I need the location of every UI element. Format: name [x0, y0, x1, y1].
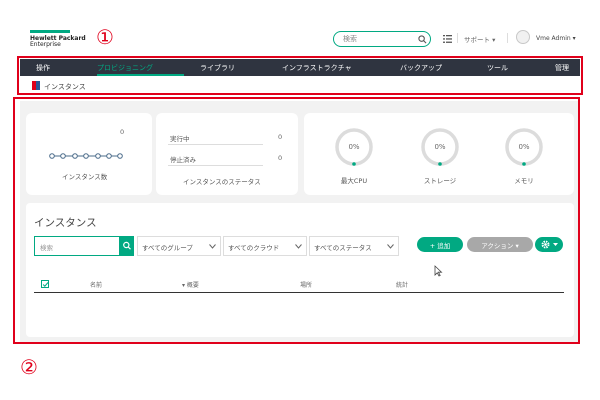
- annotation-marker-1: ①: [96, 25, 114, 49]
- highlight-box-2: [13, 97, 580, 344]
- list-icon[interactable]: [443, 35, 452, 43]
- support-menu[interactable]: サポート ▾: [464, 34, 495, 44]
- search-icon[interactable]: [418, 35, 427, 44]
- search-placeholder: 検索: [343, 35, 357, 43]
- brand-line2: Enterprise: [30, 41, 61, 48]
- header-divider: [507, 33, 508, 43]
- highlight-box-1: [17, 56, 583, 95]
- avatar-icon[interactable]: [516, 30, 530, 44]
- user-menu[interactable]: Vme Admin ▾: [536, 35, 576, 42]
- global-search-input[interactable]: 検索: [333, 31, 431, 47]
- annotation-marker-2: ②: [20, 355, 38, 379]
- hpe-logo-bar: [30, 30, 70, 33]
- header-divider: [457, 33, 458, 43]
